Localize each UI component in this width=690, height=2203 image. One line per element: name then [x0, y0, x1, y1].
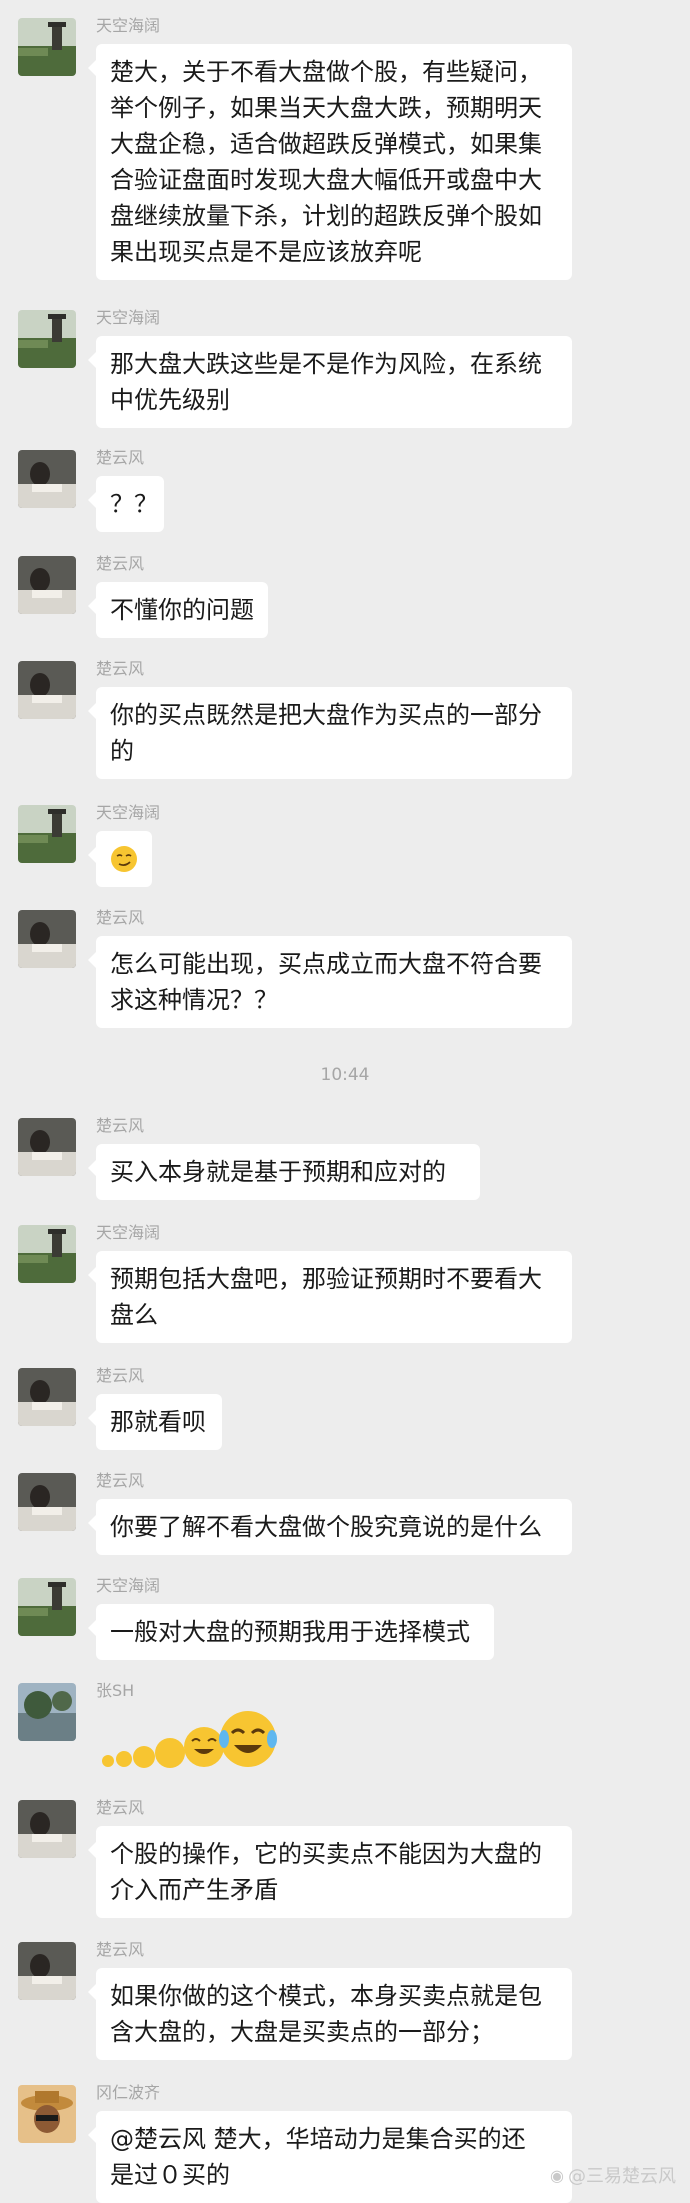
hat-man-avatar[interactable] — [18, 2085, 76, 2143]
message-bubble[interactable]: 你的买点既然是把大盘作为买点的一部分 的 — [88, 687, 572, 779]
lake-avatar[interactable] — [18, 1683, 76, 1741]
sender-name: 楚云风 — [96, 1940, 145, 1959]
weibo-icon: ◉ — [550, 2165, 564, 2185]
person-avatar[interactable] — [18, 1368, 76, 1426]
landscape-avatar[interactable] — [18, 805, 76, 863]
sender-name: 天空海阔 — [96, 1223, 161, 1242]
person-avatar[interactable] — [18, 556, 76, 614]
message-bubble[interactable]: 预期包括大盘吧，那验证预期时不要看大 盘么 — [88, 1251, 572, 1343]
person-avatar[interactable] — [18, 450, 76, 508]
message-bubble[interactable]: 一般对大盘的预期我用于选择模式 — [88, 1604, 494, 1660]
sender-name: 天空海阔 — [96, 308, 161, 327]
sender-name: 楚云风 — [96, 1798, 145, 1817]
sender-name: 楚云风 — [96, 1366, 145, 1385]
message-bubble[interactable]: 你要了解不看大盘做个股究竟说的是什么 — [88, 1499, 572, 1555]
sender-name: 天空海阔 — [96, 803, 161, 822]
watermark: ◉ @三易楚云风 — [550, 2162, 676, 2188]
crying-laughing-face — [102, 1711, 277, 1768]
crying-laughing-sticker[interactable] — [96, 1709, 296, 1773]
landscape-avatar[interactable] — [18, 310, 76, 368]
sender-name: 冈仁波齐 — [96, 2083, 161, 2102]
message-bubble[interactable]: 楚大，关于不看大盘做个股，有些疑问， 举个例子，如果当天大盘大跌，预期明天 大盘… — [88, 44, 572, 280]
sender-name: 楚云风 — [96, 554, 145, 573]
message-bubble[interactable]: 那大盘大跌这些是不是作为风险，在系统 中优先级别 — [88, 336, 572, 428]
message-bubble[interactable]: ？？ — [88, 476, 164, 532]
message-bubble[interactable] — [88, 831, 152, 887]
message-bubble[interactable]: 不懂你的问题 — [88, 582, 268, 638]
smirk-emoji — [111, 846, 137, 872]
person-avatar[interactable] — [18, 661, 76, 719]
sender-name: 楚云风 — [96, 1471, 145, 1490]
message-bubble[interactable]: @楚云风 楚大，华培动力是集合买的还 是过０买的 — [88, 2111, 572, 2203]
sender-name: 楚云风 — [96, 908, 145, 927]
person-avatar[interactable] — [18, 1800, 76, 1858]
message-bubble[interactable]: 个股的操作，它的买卖点不能因为大盘的 介入而产生矛盾 — [88, 1826, 572, 1918]
watermark-text: @三易楚云风 — [568, 2166, 676, 2187]
person-avatar[interactable] — [18, 1942, 76, 2000]
sender-name: 张SH — [96, 1681, 135, 1700]
message-bubble[interactable]: 买入本身就是基于预期和应对的 — [88, 1144, 480, 1200]
landscape-avatar[interactable] — [18, 1578, 76, 1636]
message-bubble[interactable]: 怎么可能出现，买点成立而大盘不符合要 求这种情况？？ — [88, 936, 572, 1028]
sender-name: 天空海阔 — [96, 16, 161, 35]
person-avatar[interactable] — [18, 1118, 76, 1176]
message-bubble[interactable]: 如果你做的这个模式，本身买卖点就是包 含大盘的，大盘是买卖点的一部分； — [88, 1968, 572, 2060]
landscape-avatar[interactable] — [18, 1225, 76, 1283]
sender-name: 楚云风 — [96, 1116, 145, 1135]
landscape-avatar[interactable] — [18, 18, 76, 76]
sender-name: 楚云风 — [96, 659, 145, 678]
person-avatar[interactable] — [18, 910, 76, 968]
sender-name: 天空海阔 — [96, 1576, 161, 1595]
chat-timestamp: 10:44 — [320, 1065, 370, 1085]
sender-name: 楚云风 — [96, 448, 145, 467]
message-bubble[interactable]: 那就看呗 — [88, 1394, 222, 1450]
person-avatar[interactable] — [18, 1473, 76, 1531]
